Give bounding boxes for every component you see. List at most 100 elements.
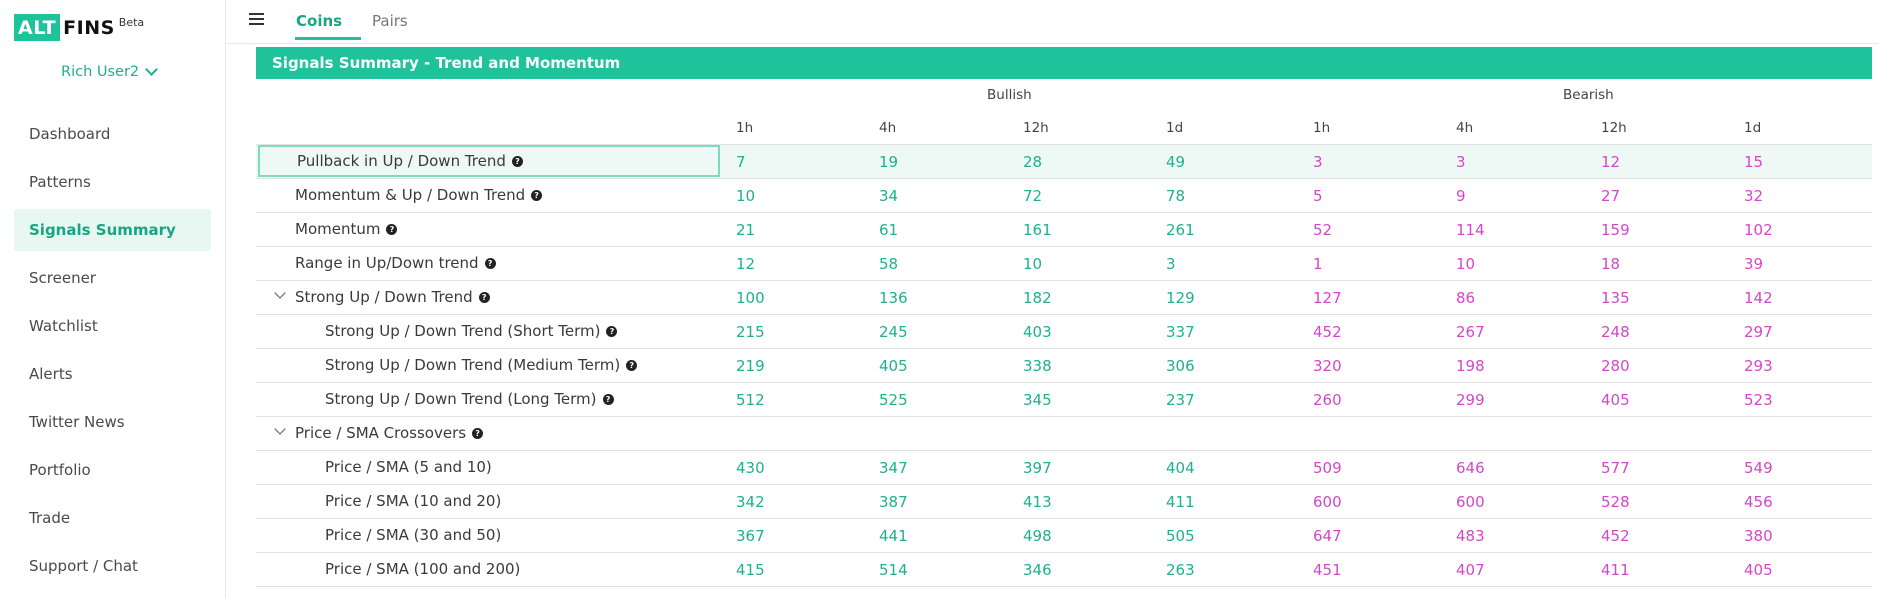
bullish-count[interactable]: 3: [1166, 255, 1176, 273]
bullish-count[interactable]: 403: [1023, 323, 1052, 341]
bullish-count[interactable]: 345: [1023, 391, 1052, 409]
bullish-count[interactable]: 525: [879, 391, 908, 409]
bullish-count[interactable]: 215: [736, 323, 765, 341]
bullish-count[interactable]: 387: [879, 493, 908, 511]
bullish-count[interactable]: 61: [879, 221, 898, 239]
help-icon[interactable]: ?: [484, 257, 496, 269]
bearish-count[interactable]: 32: [1744, 187, 1763, 205]
table-row[interactable]: Strong Up / Down Trend (Short Term)? 215 2…: [256, 315, 1872, 349]
bearish-count[interactable]: 320: [1313, 357, 1342, 375]
tab-pairs[interactable]: Pairs: [372, 12, 408, 30]
table-row[interactable]: Strong Up / Down Trend? 100 136 182 129 127 86…: [256, 281, 1872, 315]
bullish-count[interactable]: 338: [1023, 357, 1052, 375]
table-row[interactable]: Price / SMA (30 and 50) 367 441 498 505 647 48…: [256, 519, 1872, 553]
bullish-count[interactable]: 413: [1023, 493, 1052, 511]
row-label-cell[interactable]: Price / SMA (30 and 50): [258, 519, 720, 551]
chevron-down-icon[interactable]: [274, 287, 286, 299]
bullish-count[interactable]: 505: [1166, 527, 1195, 545]
sidebar-item-portfolio[interactable]: Portfolio: [14, 449, 211, 491]
bearish-count[interactable]: 297: [1744, 323, 1773, 341]
table-row[interactable]: Price / SMA (100 and 200) 415 514 346 263 451…: [256, 553, 1872, 587]
bearish-count[interactable]: 577: [1601, 459, 1630, 477]
bullish-count[interactable]: 337: [1166, 323, 1195, 341]
sidebar-item-signals-summary[interactable]: Signals Summary: [14, 209, 211, 251]
bearish-count[interactable]: 9: [1456, 187, 1466, 205]
bearish-count[interactable]: 267: [1456, 323, 1485, 341]
user-menu[interactable]: Rich User2: [61, 63, 159, 80]
bullish-count[interactable]: 182: [1023, 289, 1052, 307]
help-icon[interactable]: ?: [626, 359, 638, 371]
bearish-count[interactable]: 456: [1744, 493, 1773, 511]
bullish-count[interactable]: 34: [879, 187, 898, 205]
bullish-count[interactable]: 245: [879, 323, 908, 341]
sidebar-item-watchlist[interactable]: Watchlist: [14, 305, 211, 347]
bearish-count[interactable]: 1: [1313, 255, 1323, 273]
bearish-count[interactable]: 452: [1313, 323, 1342, 341]
period-header[interactable]: 4h: [879, 120, 896, 136]
bullish-count[interactable]: 10: [1023, 255, 1042, 273]
table-row[interactable]: Range in Up/Down trend? 12 58 10 3 1 10 18 39: [256, 247, 1872, 281]
bearish-count[interactable]: 27: [1601, 187, 1620, 205]
period-header[interactable]: 1d: [1166, 120, 1183, 136]
bullish-count[interactable]: 430: [736, 459, 765, 477]
bearish-count[interactable]: 411: [1601, 561, 1630, 579]
bullish-count[interactable]: 441: [879, 527, 908, 545]
sidebar-item-alerts[interactable]: Alerts: [14, 353, 211, 395]
bullish-count[interactable]: 7: [736, 153, 746, 171]
bullish-count[interactable]: 306: [1166, 357, 1195, 375]
bullish-count[interactable]: 263: [1166, 561, 1195, 579]
bearish-count[interactable]: 509: [1313, 459, 1342, 477]
bearish-count[interactable]: 248: [1601, 323, 1630, 341]
bullish-count[interactable]: 415: [736, 561, 765, 579]
row-label-cell[interactable]: Range in Up/Down trend?: [258, 247, 720, 279]
period-header[interactable]: 12h: [1601, 120, 1627, 136]
bullish-count[interactable]: 367: [736, 527, 765, 545]
bearish-count[interactable]: 18: [1601, 255, 1620, 273]
bearish-count[interactable]: 127: [1313, 289, 1342, 307]
table-row[interactable]: Strong Up / Down Trend (Long Term)? 512 52…: [256, 383, 1872, 417]
row-label-cell[interactable]: Strong Up / Down Trend?: [258, 281, 720, 313]
sidebar-item-screener[interactable]: Screener: [14, 257, 211, 299]
bearish-count[interactable]: 198: [1456, 357, 1485, 375]
bearish-count[interactable]: 39: [1744, 255, 1763, 273]
help-icon[interactable]: ?: [511, 155, 523, 167]
hamburger-menu-icon[interactable]: [249, 13, 264, 25]
bearish-count[interactable]: 523: [1744, 391, 1773, 409]
bullish-count[interactable]: 129: [1166, 289, 1195, 307]
bullish-count[interactable]: 405: [879, 357, 908, 375]
row-label-cell[interactable]: Momentum?: [258, 213, 720, 245]
table-row[interactable]: Strong Up / Down Trend (Medium Term)? 219…: [256, 349, 1872, 383]
bullish-count[interactable]: 72: [1023, 187, 1042, 205]
period-header[interactable]: 1h: [1313, 120, 1330, 136]
bullish-count[interactable]: 397: [1023, 459, 1052, 477]
bearish-count[interactable]: 86: [1456, 289, 1475, 307]
bearish-count[interactable]: 12: [1601, 153, 1620, 171]
table-row[interactable]: Price / SMA (10 and 20) 342 387 413 411 600 60…: [256, 485, 1872, 519]
row-label-cell[interactable]: Price / SMA (10 and 20): [258, 485, 720, 517]
bearish-count[interactable]: 405: [1601, 391, 1630, 409]
period-header[interactable]: 4h: [1456, 120, 1473, 136]
row-label-cell[interactable]: Strong Up / Down Trend (Long Term)?: [258, 383, 720, 415]
row-label-cell[interactable]: Price / SMA (100 and 200): [258, 553, 720, 585]
bearish-count[interactable]: 483: [1456, 527, 1485, 545]
bullish-count[interactable]: 100: [736, 289, 765, 307]
bullish-count[interactable]: 219: [736, 357, 765, 375]
row-label-cell[interactable]: Pullback in Up / Down Trend?: [258, 145, 720, 177]
help-icon[interactable]: ?: [531, 189, 543, 201]
bullish-count[interactable]: 28: [1023, 153, 1042, 171]
bearish-count[interactable]: 280: [1601, 357, 1630, 375]
row-label-cell[interactable]: Strong Up / Down Trend (Short Term)?: [258, 315, 720, 347]
bullish-count[interactable]: 261: [1166, 221, 1195, 239]
bearish-count[interactable]: 646: [1456, 459, 1485, 477]
bearish-count[interactable]: 600: [1313, 493, 1342, 511]
help-icon[interactable]: ?: [478, 291, 490, 303]
bullish-count[interactable]: 347: [879, 459, 908, 477]
bearish-count[interactable]: 159: [1601, 221, 1630, 239]
row-label-cell[interactable]: Price / SMA Crossovers?: [258, 417, 720, 449]
help-icon[interactable]: ?: [606, 325, 618, 337]
bearish-count[interactable]: 451: [1313, 561, 1342, 579]
bearish-count[interactable]: 647: [1313, 527, 1342, 545]
bearish-count[interactable]: 114: [1456, 221, 1485, 239]
table-row[interactable]: Pullback in Up / Down Trend? 7 19 28 49 3 3 12 1…: [256, 145, 1872, 179]
bullish-count[interactable]: 58: [879, 255, 898, 273]
